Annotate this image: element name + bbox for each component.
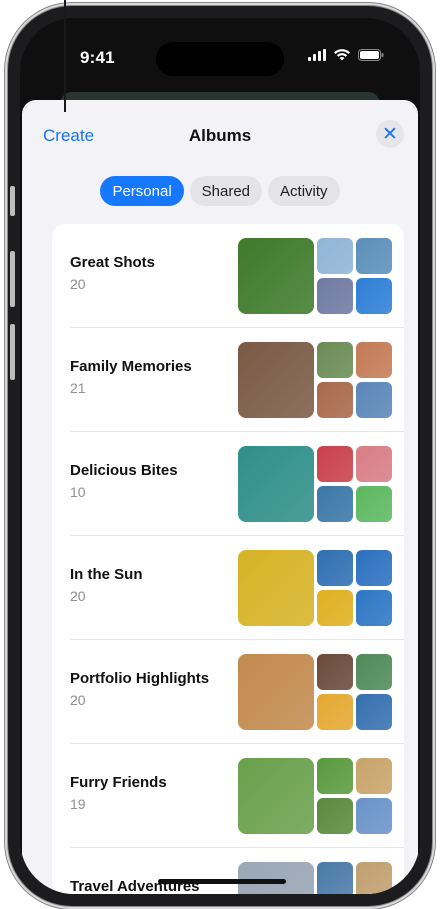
album-thumbnail bbox=[238, 758, 314, 834]
album-thumbnail bbox=[317, 382, 353, 418]
album-thumbnails bbox=[238, 654, 392, 730]
volume-down-button bbox=[10, 324, 15, 380]
home-indicator[interactable] bbox=[158, 879, 286, 884]
album-thumbnail bbox=[356, 694, 392, 730]
album-thumbnail bbox=[317, 798, 353, 834]
album-thumbnail bbox=[238, 238, 314, 314]
album-thumbnails bbox=[238, 446, 392, 522]
album-thumbnails bbox=[238, 758, 392, 834]
album-row[interactable]: Furry Friends 19 bbox=[52, 744, 404, 848]
album-thumbnails bbox=[238, 342, 392, 418]
album-count: 19 bbox=[70, 796, 86, 812]
tab-personal[interactable]: Personal bbox=[100, 176, 184, 206]
cellular-signal-icon bbox=[308, 49, 326, 61]
close-button[interactable]: ✕ bbox=[376, 120, 404, 148]
status-bar: 9:41 bbox=[20, 18, 420, 78]
album-thumbnail bbox=[317, 238, 353, 274]
album-thumbnail bbox=[317, 862, 353, 894]
album-thumbnail bbox=[317, 550, 353, 586]
album-thumbnail bbox=[238, 550, 314, 626]
album-type-segmented-control: Personal Shared Activity bbox=[22, 176, 418, 206]
action-button bbox=[10, 186, 15, 216]
album-thumbnail bbox=[317, 654, 353, 690]
album-thumbnail bbox=[356, 342, 392, 378]
albums-sheet: Create Albums ✕ Personal Shared Activity… bbox=[22, 100, 418, 894]
album-name: In the Sun bbox=[70, 566, 143, 583]
album-thumbnail bbox=[317, 446, 353, 482]
tab-activity[interactable]: Activity bbox=[268, 176, 340, 206]
album-thumbnail bbox=[238, 862, 314, 894]
album-thumbnail bbox=[356, 446, 392, 482]
album-thumbnail bbox=[356, 654, 392, 690]
album-thumbnail bbox=[356, 278, 392, 314]
album-row[interactable]: Portfolio Highlights 20 bbox=[52, 640, 404, 744]
sheet-title: Albums bbox=[188, 126, 252, 145]
album-thumbnail bbox=[238, 446, 314, 522]
album-thumbnail bbox=[356, 798, 392, 834]
album-count: 20 bbox=[70, 276, 86, 292]
album-count: 20 bbox=[70, 692, 86, 708]
album-thumbnail bbox=[317, 694, 353, 730]
albums-list: Great Shots 20 Family Memories 21 Delici… bbox=[52, 224, 404, 894]
album-name: Portfolio Highlights bbox=[70, 670, 210, 687]
album-thumbnail bbox=[356, 550, 392, 586]
album-count: 10 bbox=[70, 484, 86, 500]
album-thumbnail bbox=[356, 862, 392, 894]
album-thumbnail bbox=[317, 758, 353, 794]
album-thumbnail bbox=[356, 238, 392, 274]
wifi-icon bbox=[334, 49, 350, 61]
album-thumbnail bbox=[317, 486, 353, 522]
dynamic-island bbox=[156, 42, 284, 76]
album-name: Great Shots bbox=[70, 254, 156, 271]
album-name: Family Memories bbox=[70, 358, 192, 375]
album-thumbnail bbox=[356, 590, 392, 626]
album-name: Furry Friends bbox=[70, 774, 167, 791]
album-thumbnails bbox=[238, 862, 392, 894]
album-thumbnail bbox=[356, 758, 392, 794]
close-icon: ✕ bbox=[382, 123, 398, 145]
tab-shared[interactable]: Shared bbox=[189, 176, 263, 206]
album-row[interactable]: Great Shots 20 bbox=[52, 224, 404, 328]
album-thumbnail bbox=[356, 382, 392, 418]
album-thumbnails bbox=[238, 550, 392, 626]
album-row[interactable]: Delicious Bites 10 bbox=[52, 432, 404, 536]
album-thumbnail bbox=[238, 654, 314, 730]
album-name: Delicious Bites bbox=[70, 462, 178, 479]
album-thumbnail bbox=[317, 342, 353, 378]
phone-frame: 9:41 Create Albums ✕ Personal Shared Act… bbox=[8, 6, 432, 906]
volume-up-button bbox=[10, 251, 15, 307]
album-count: 21 bbox=[70, 380, 86, 396]
album-row[interactable]: Family Memories 21 bbox=[52, 328, 404, 432]
album-row[interactable]: Travel Adventures 50 bbox=[52, 848, 404, 894]
album-thumbnails bbox=[238, 238, 392, 314]
album-row[interactable]: In the Sun 20 bbox=[52, 536, 404, 640]
status-time: 9:41 bbox=[80, 48, 115, 67]
album-thumbnail bbox=[317, 590, 353, 626]
album-count: 20 bbox=[70, 588, 86, 604]
album-thumbnail bbox=[317, 278, 353, 314]
album-thumbnail bbox=[238, 342, 314, 418]
status-icons bbox=[308, 49, 384, 61]
callout-line bbox=[64, 0, 66, 112]
battery-icon bbox=[358, 49, 384, 61]
screen: 9:41 Create Albums ✕ Personal Shared Act… bbox=[20, 18, 420, 894]
album-thumbnail bbox=[356, 486, 392, 522]
